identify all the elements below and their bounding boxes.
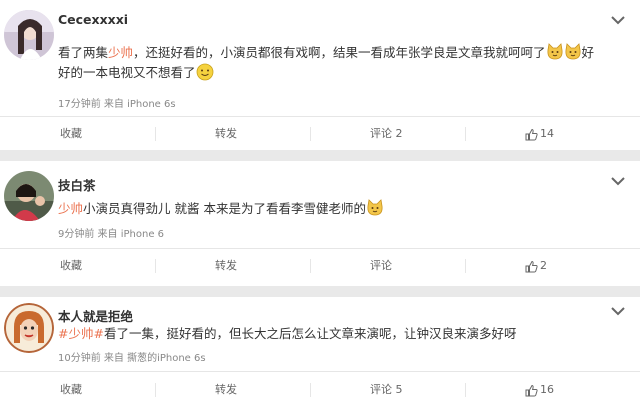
card-gap bbox=[0, 286, 640, 297]
comment-card: 技白茶 少帅小演员真得劲儿 就酱 本来是为了看看李雪健老师的 9分钟前 来自 i… bbox=[0, 161, 640, 286]
like-button[interactable]: 16 bbox=[525, 379, 554, 401]
action-divider bbox=[310, 383, 311, 397]
comment-text-mid: ，还挺好看的，小演员都很有戏啊，结果一看成年张学良是文章我就呵呵了 bbox=[133, 45, 546, 60]
topic-highlight[interactable]: 少帅 bbox=[58, 201, 83, 216]
repost-button[interactable]: 转发 bbox=[215, 123, 237, 145]
like-count: 16 bbox=[540, 383, 554, 396]
action-bar: 收藏 转发 评论 2 bbox=[0, 255, 640, 277]
action-divider bbox=[465, 259, 466, 273]
comment-button[interactable]: 评论 2 bbox=[370, 123, 403, 145]
comment-text-prefix: 看了两集 bbox=[58, 45, 109, 60]
username[interactable]: 本人就是拒绝 bbox=[58, 306, 133, 325]
action-divider bbox=[155, 259, 156, 273]
comment-card: 本人就是拒绝 #少帅#看了一集，挺好看的，但长大之后怎么让文章来演呢，让钟汉良来… bbox=[0, 297, 640, 414]
action-divider bbox=[155, 127, 156, 141]
post-meta: 10分钟前 来自 撕葱的iPhone 6s bbox=[58, 353, 206, 364]
post-meta: 17分钟前 来自 iPhone 6s bbox=[58, 99, 176, 110]
collect-button[interactable]: 收藏 bbox=[60, 255, 82, 277]
comment-button[interactable]: 评论 bbox=[370, 255, 392, 277]
like-count: 14 bbox=[540, 127, 554, 140]
divider bbox=[0, 371, 640, 372]
action-divider bbox=[310, 259, 311, 273]
comment-text: 少帅小演员真得劲儿 就酱 本来是为了看看李雪健老师的 bbox=[58, 199, 618, 219]
divider bbox=[0, 248, 640, 249]
chevron-down-icon[interactable] bbox=[610, 14, 626, 26]
post-meta: 9分钟前 来自 iPhone 6 bbox=[58, 229, 165, 240]
comment-text-tail: 好 bbox=[581, 45, 595, 60]
smile-emoji-icon bbox=[196, 63, 214, 81]
username[interactable]: 技白茶 bbox=[58, 175, 96, 194]
like-button[interactable]: 2 bbox=[525, 255, 547, 277]
topic-highlight[interactable]: #少帅# bbox=[58, 326, 104, 341]
comment-text: #少帅#看了一集，挺好看的，但长大之后怎么让文章来演呢，让钟汉良来演多好呀 bbox=[58, 324, 618, 344]
action-divider bbox=[155, 383, 156, 397]
avatar[interactable] bbox=[4, 303, 54, 353]
comment-text-rest: 看了一集，挺好看的，但长大之后怎么让文章来演呢，让钟汉良来演多好呀 bbox=[103, 326, 517, 341]
username[interactable]: Cecexxxxi bbox=[58, 12, 128, 27]
comment-card: Cecexxxxi 看了两集少帅，还挺好看的，小演员都很有戏啊，结果一看成年张学… bbox=[0, 0, 640, 150]
collect-button[interactable]: 收藏 bbox=[60, 123, 82, 145]
avatar[interactable] bbox=[4, 10, 54, 60]
cat-emoji-icon bbox=[366, 199, 384, 217]
collect-button[interactable]: 收藏 bbox=[60, 379, 82, 401]
comment-text-rest: 小演员真得劲儿 就酱 本来是为了看看李雪健老师的 bbox=[83, 201, 366, 216]
chevron-down-icon[interactable] bbox=[610, 305, 626, 317]
action-bar: 收藏 转发 评论 2 14 bbox=[0, 123, 640, 145]
cat-emoji-icon bbox=[546, 43, 564, 61]
action-bar: 收藏 转发 评论 5 16 bbox=[0, 379, 640, 401]
like-button[interactable]: 14 bbox=[525, 123, 554, 145]
chevron-down-icon[interactable] bbox=[610, 175, 626, 187]
weibo-comment-feed: Cecexxxxi 看了两集少帅，还挺好看的，小演员都很有戏啊，结果一看成年张学… bbox=[0, 0, 640, 414]
action-divider bbox=[310, 127, 311, 141]
comment-text-line2: 好的一本电视又不想看了 bbox=[58, 65, 196, 80]
like-count: 2 bbox=[540, 259, 547, 272]
thumbs-up-icon bbox=[525, 384, 538, 397]
comment-button[interactable]: 评论 5 bbox=[370, 379, 403, 401]
avatar[interactable] bbox=[4, 171, 54, 221]
comment-text: 看了两集少帅，还挺好看的，小演员都很有戏啊，结果一看成年张学良是文章我就呵呵了好… bbox=[58, 43, 618, 83]
divider bbox=[0, 116, 640, 117]
thumbs-up-icon bbox=[525, 128, 538, 141]
repost-button[interactable]: 转发 bbox=[215, 255, 237, 277]
thumbs-up-icon bbox=[525, 260, 538, 273]
card-gap bbox=[0, 150, 640, 161]
action-divider bbox=[465, 127, 466, 141]
topic-highlight[interactable]: 少帅 bbox=[108, 45, 133, 60]
repost-button[interactable]: 转发 bbox=[215, 379, 237, 401]
cat-emoji-icon bbox=[564, 43, 582, 61]
action-divider bbox=[465, 383, 466, 397]
